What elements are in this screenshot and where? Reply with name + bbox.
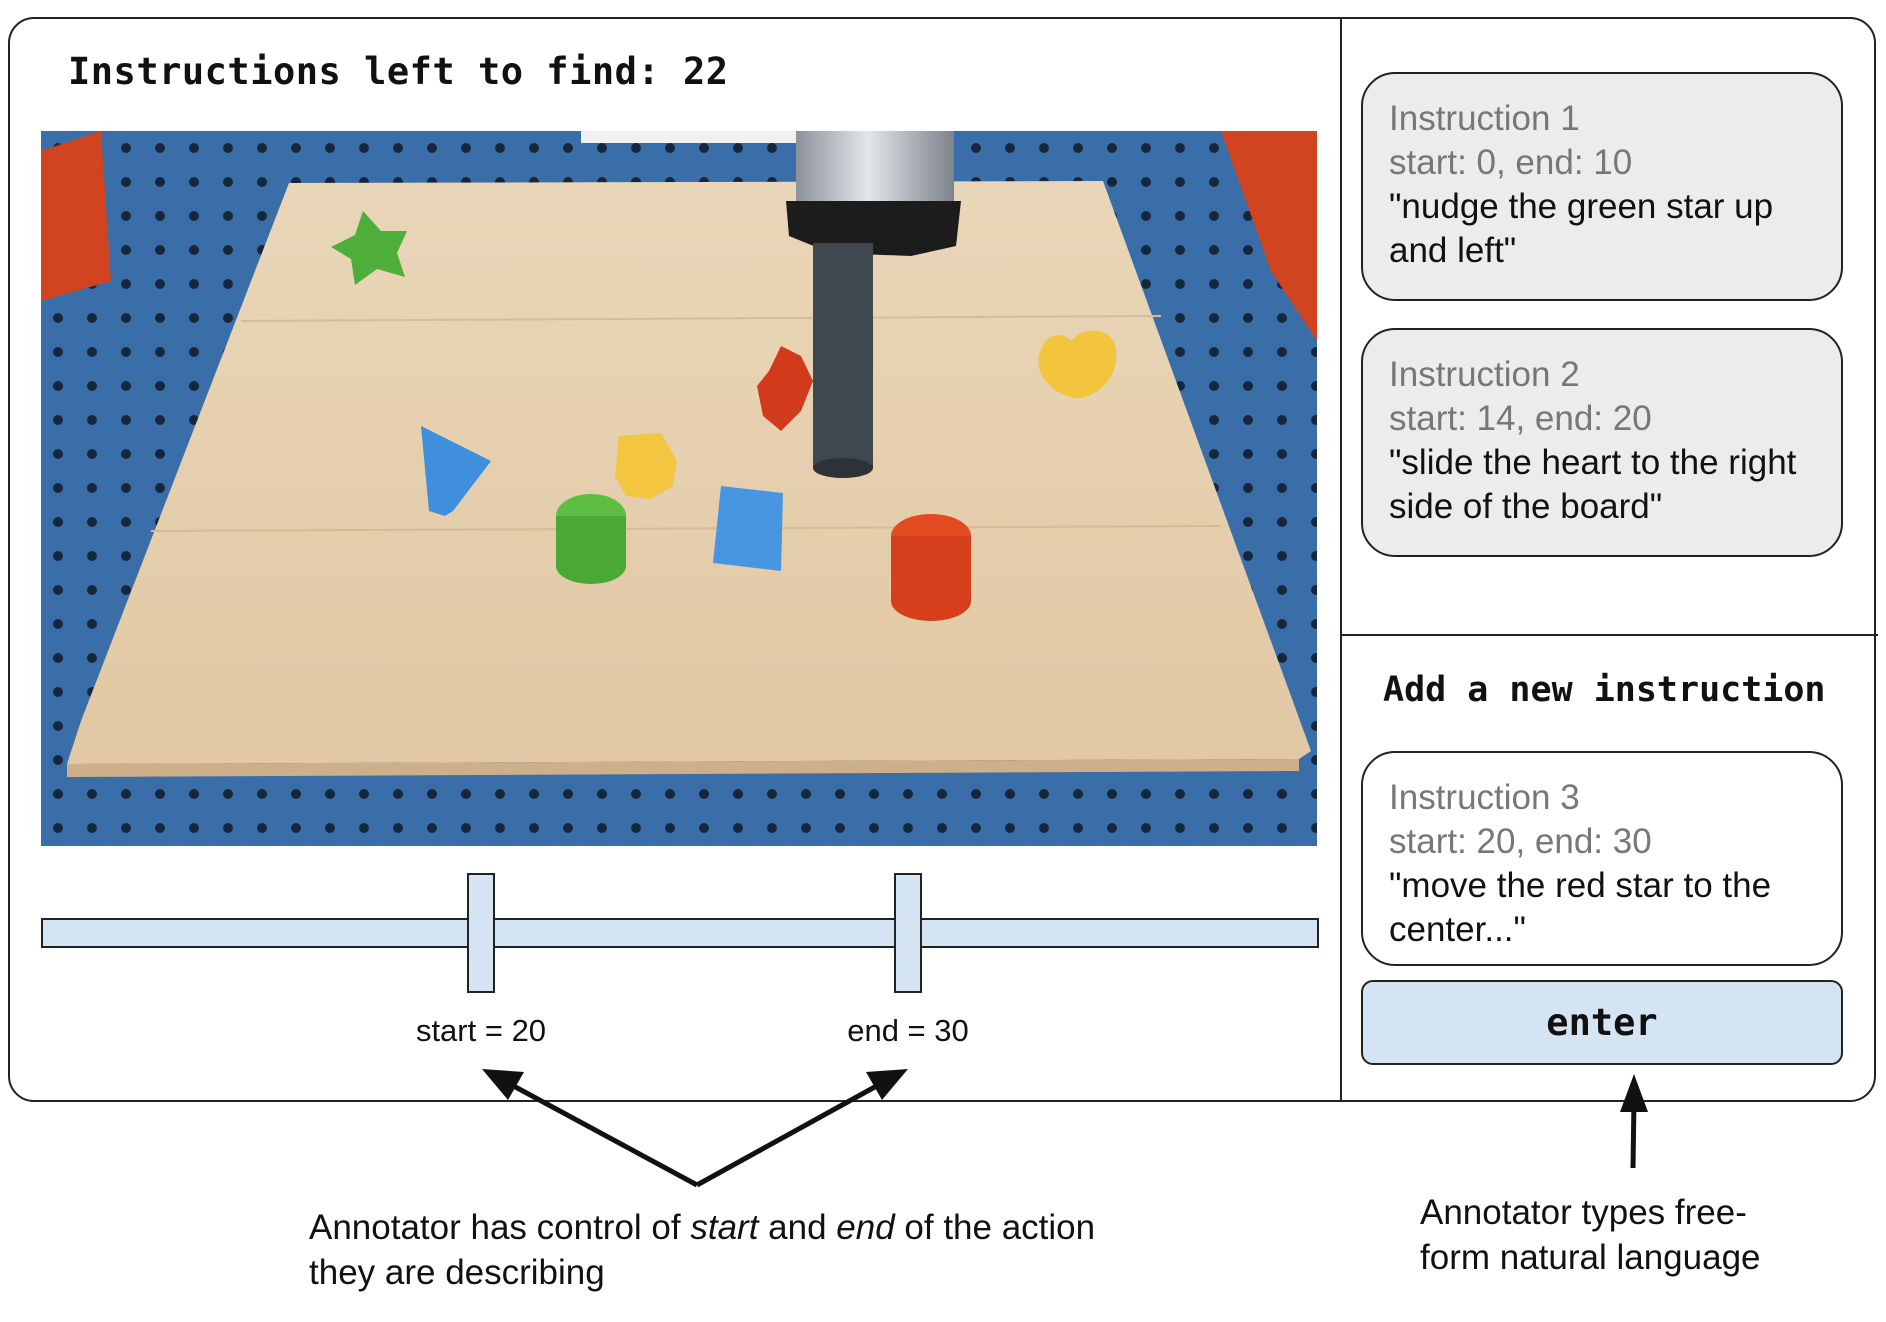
instruction-card[interactable]: Instruction 1 start: 0, end: 10 "nudge t… <box>1361 72 1843 301</box>
end-value-label: end = 30 <box>847 1013 969 1048</box>
instruction-title: Instruction 3 <box>1389 778 1580 817</box>
instruction-text: "nudge the green star up and left" <box>1389 187 1774 270</box>
horizontal-divider <box>1342 634 1878 636</box>
robot-scene-video-frame <box>41 131 1317 846</box>
add-instruction-heading: Add a new instruction <box>1383 670 1826 710</box>
start-value-label: start = 20 <box>415 1013 547 1048</box>
orange-rail-left <box>41 131 111 301</box>
instruction-title: Instruction 2 <box>1389 355 1580 394</box>
vertical-divider <box>1340 19 1342 1102</box>
start-handle[interactable] <box>467 873 495 993</box>
instruction-card[interactable]: Instruction 2 start: 14, end: 20 "slide … <box>1361 328 1843 557</box>
instruction-text: "slide the heart to the right side of th… <box>1389 443 1797 526</box>
end-handle[interactable] <box>894 873 922 993</box>
instruction-range: start: 0, end: 10 <box>1389 143 1633 182</box>
instruction-range: start: 20, end: 30 <box>1389 822 1652 861</box>
timeline-scrubber-track[interactable] <box>41 918 1319 948</box>
note-start-end-control: Annotator has control of start and end o… <box>309 1208 1096 1292</box>
new-instruction-textbox[interactable]: Instruction 3 start: 20, end: 30 "move t… <box>1361 751 1843 966</box>
note-free-form-language: Annotator types free-form natural langua… <box>1420 1193 1761 1277</box>
green-cylinder-block <box>556 494 626 584</box>
instruction-range: start: 14, end: 20 <box>1389 399 1652 438</box>
instruction-title: Instruction 1 <box>1389 99 1580 138</box>
enter-button[interactable]: enter <box>1361 980 1843 1065</box>
instruction-text: "move the red star to the center..." <box>1389 866 1772 949</box>
blue-cube-block <box>713 486 783 571</box>
instructions-left-counter: Instructions left to find: 22 <box>68 50 729 93</box>
red-cylinder-block <box>891 514 971 621</box>
